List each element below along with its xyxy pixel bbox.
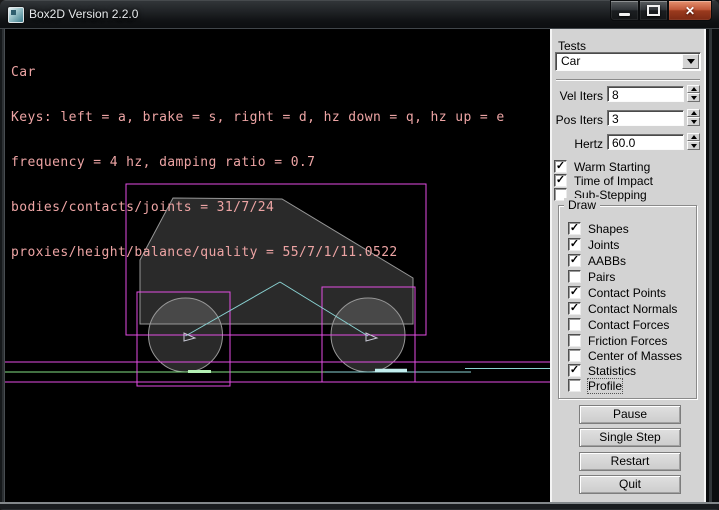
checkbox-label[interactable]: Pairs	[588, 270, 615, 284]
simulation-canvas[interactable]: Car Keys: left = a, brake = s, right = d…	[5, 29, 550, 502]
maximize-icon	[647, 5, 660, 16]
close-icon: ✕	[685, 5, 695, 17]
pos-iters-spinner	[687, 109, 700, 126]
checkbox-box[interactable]: ✓	[568, 238, 581, 251]
checkbox-warm-starting[interactable]: ✓ Warm Starting	[554, 160, 650, 173]
maximize-button[interactable]	[639, 0, 668, 21]
tests-dropdown[interactable]: Car	[555, 52, 701, 71]
draw-group-title: Draw	[564, 198, 600, 212]
quit-button[interactable]: Quit	[579, 475, 681, 494]
checkbox-label[interactable]: Time of Impact	[574, 174, 653, 188]
tests-label: Tests	[558, 39, 586, 53]
checkbox-contact-points[interactable]: ✓ Contact Points	[568, 286, 666, 299]
checkbox-label[interactable]: Warm Starting	[574, 160, 650, 174]
checkbox-pairs[interactable]: Pairs	[568, 270, 615, 283]
separator	[556, 79, 700, 81]
checkbox-label[interactable]: Joints	[588, 238, 619, 252]
checkbox-label[interactable]: Contact Forces	[588, 318, 669, 332]
close-button[interactable]: ✕	[668, 0, 712, 21]
checkbox-profile[interactable]: Profile	[568, 379, 622, 392]
title-bar[interactable]: Box2D Version 2.2.0 ✕	[0, 0, 719, 29]
hertz-spin-up[interactable]	[687, 133, 700, 141]
checkbox-label[interactable]: AABBs	[588, 254, 626, 268]
stats-line-frequency: frequency = 4 hz, damping ratio = 0.7	[11, 155, 505, 170]
minimize-icon	[619, 13, 630, 16]
checkbox-statistics[interactable]: ✓ Statistics	[568, 364, 636, 377]
checkbox-time-of-impact[interactable]: ✓ Time of Impact	[554, 174, 653, 187]
tests-dropdown-value: Car	[561, 54, 580, 68]
checkbox-box[interactable]	[568, 349, 581, 362]
single-step-button[interactable]: Single Step	[579, 428, 681, 447]
hertz-spin-down[interactable]	[687, 141, 700, 150]
checkbox-center-of-masses[interactable]: Center of Masses	[568, 349, 682, 362]
pause-button[interactable]: Pause	[579, 405, 681, 424]
restart-button[interactable]: Restart	[579, 452, 681, 471]
checkbox-label[interactable]: Contact Normals	[588, 302, 677, 316]
stats-line-title: Car	[11, 65, 505, 80]
hertz-input[interactable]: 60.0	[607, 134, 684, 150]
checkbox-label[interactable]: Friction Forces	[588, 334, 667, 348]
tests-dropdown-button[interactable]	[682, 54, 699, 69]
checkbox-box[interactable]: ✓	[554, 174, 567, 187]
checkbox-label[interactable]: Profile	[588, 379, 622, 393]
hertz-label: Hertz	[552, 137, 603, 151]
app-icon	[8, 7, 24, 23]
checkbox-box[interactable]: ✓	[568, 302, 581, 315]
hertz-spinner	[687, 133, 700, 150]
window-border-right	[706, 29, 719, 502]
checkbox-box[interactable]: ✓	[568, 286, 581, 299]
checkbox-box[interactable]: ✓	[554, 160, 567, 173]
stats-line-bodies: bodies/contacts/joints = 31/7/24	[11, 200, 505, 215]
checkbox-friction-forces[interactable]: Friction Forces	[568, 334, 667, 347]
checkbox-box[interactable]	[568, 379, 581, 392]
checkbox-label[interactable]: Shapes	[588, 222, 629, 236]
vel-iters-label: Vel Iters	[552, 89, 603, 103]
spin-down-icon	[691, 96, 697, 100]
vel-iters-spinner	[687, 85, 700, 102]
vel-iters-input[interactable]: 8	[607, 86, 684, 102]
stats-line-proxies: proxies/height/balance/quality = 55/7/1/…	[11, 245, 505, 260]
checkbox-contact-forces[interactable]: Contact Forces	[568, 318, 669, 331]
control-panel: Tests Car Vel Iters 8 Pos Iters 3 Hertz …	[550, 29, 706, 502]
spin-down-icon	[691, 144, 697, 148]
pos-iters-label: Pos Iters	[552, 113, 603, 127]
box2d-window: Box2D Version 2.2.0 ✕	[0, 0, 719, 510]
checkbox-label[interactable]: Contact Points	[588, 286, 666, 300]
spin-up-icon	[691, 111, 697, 115]
pos-iters-input[interactable]: 3	[607, 110, 684, 126]
debug-statistics: Car Keys: left = a, brake = s, right = d…	[11, 35, 505, 290]
checkbox-box[interactable]	[568, 318, 581, 331]
spin-up-icon	[691, 87, 697, 91]
window-title: Box2D Version 2.2.0	[29, 7, 138, 21]
pos-iters-spin-up[interactable]	[687, 109, 700, 117]
checkbox-aabbs[interactable]: ✓ AABBs	[568, 254, 626, 267]
checkbox-joints[interactable]: ✓ Joints	[568, 238, 619, 251]
stats-line-keys: Keys: left = a, brake = s, right = d, hz…	[11, 110, 505, 125]
checkbox-contact-normals[interactable]: ✓ Contact Normals	[568, 302, 677, 315]
vel-iters-spin-down[interactable]	[687, 93, 700, 102]
window-border-bottom	[0, 502, 719, 510]
checkbox-box[interactable]	[568, 334, 581, 347]
pos-iters-spin-down[interactable]	[687, 117, 700, 126]
checkbox-shapes[interactable]: ✓ Shapes	[568, 222, 629, 235]
checkbox-box[interactable]	[568, 270, 581, 283]
chevron-down-icon	[687, 59, 695, 64]
minimize-button[interactable]	[610, 0, 639, 21]
spin-down-icon	[691, 120, 697, 124]
checkbox-box[interactable]: ✓	[568, 222, 581, 235]
checkbox-box[interactable]: ✓	[568, 254, 581, 267]
vel-iters-spin-up[interactable]	[687, 85, 700, 93]
spin-up-icon	[691, 135, 697, 139]
checkbox-label[interactable]: Center of Masses	[588, 349, 682, 363]
checkbox-box[interactable]: ✓	[568, 364, 581, 377]
checkbox-label[interactable]: Statistics	[588, 364, 636, 378]
